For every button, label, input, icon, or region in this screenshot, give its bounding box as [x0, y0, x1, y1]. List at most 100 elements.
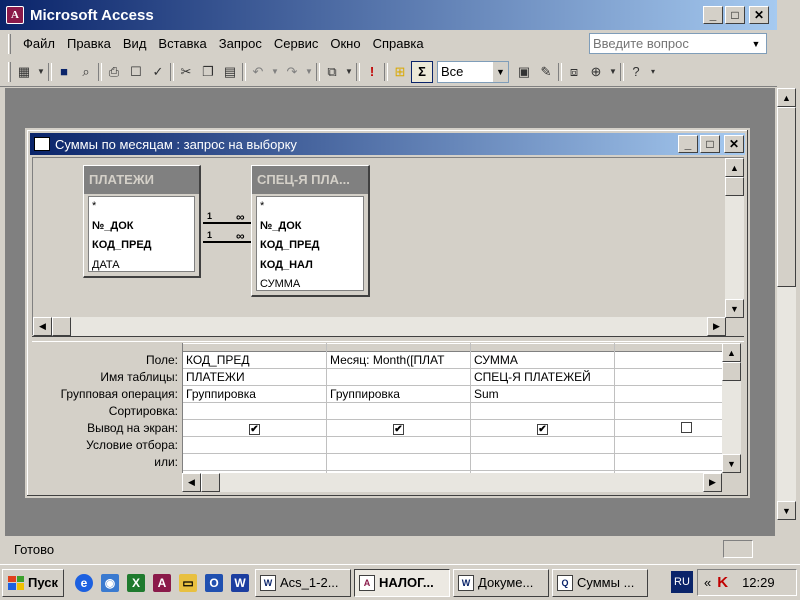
column-selector[interactable] [615, 343, 722, 352]
scroll-thumb[interactable] [52, 317, 71, 336]
print-icon[interactable]: ⎙ [103, 61, 125, 83]
menu-query[interactable]: Запрос [213, 33, 268, 55]
table-pane-hscroll[interactable]: ◀ ▶ [33, 317, 726, 336]
query-type-icon[interactable]: ⧉ [321, 61, 343, 83]
top-values-dropdown-icon[interactable]: ▼ [492, 61, 508, 82]
menu-window[interactable]: Окно [324, 33, 366, 55]
grid-cell-table[interactable] [615, 369, 722, 386]
grid-cell-field[interactable]: КОД_ПРЕД [183, 352, 326, 369]
app-vertical-scrollbar[interactable]: ▲ ▼ [777, 88, 796, 520]
scroll-down-icon[interactable]: ▼ [722, 454, 741, 473]
menu-file[interactable]: Файл [17, 33, 61, 55]
grid-cell-total[interactable]: Группировка [327, 386, 470, 403]
internet-explorer-icon[interactable]: e [72, 572, 96, 594]
grid-cell-table[interactable]: ПЛАТЕЖИ [183, 369, 326, 386]
column-selector[interactable] [327, 343, 470, 352]
redo-icon[interactable]: ↷ [281, 61, 303, 83]
minimize-button[interactable]: _ [703, 6, 723, 24]
help-icon[interactable]: ? [625, 61, 647, 83]
grid-cell-field[interactable]: Месяц: Month([ПЛАТ [327, 352, 470, 369]
language-indicator[interactable]: RU [671, 571, 693, 593]
new-object-icon[interactable]: ⊕ [585, 61, 607, 83]
access-app-icon[interactable]: A [6, 6, 24, 24]
table-field[interactable]: КОД_ПРЕД [89, 236, 194, 256]
toolbar-options-icon[interactable]: ▾ [647, 61, 659, 83]
table-box-title[interactable]: ПЛАТЕЖИ [84, 166, 199, 194]
table-field[interactable]: №_ДОК [89, 217, 194, 237]
scroll-thumb[interactable] [725, 177, 744, 196]
toolbar-grip[interactable] [8, 61, 11, 82]
show-checkbox[interactable]: ✔ [393, 424, 404, 435]
scroll-thumb[interactable] [201, 473, 220, 492]
menu-edit[interactable]: Правка [61, 33, 117, 55]
undo-dropdown-icon[interactable]: ▼ [269, 61, 281, 83]
view-dropdown-icon[interactable]: ▼ [35, 61, 47, 83]
top-values-select[interactable]: Все ▼ [437, 60, 509, 83]
query-close-button[interactable]: ✕ [724, 135, 744, 153]
menu-tools[interactable]: Сервис [268, 33, 325, 55]
grid-cell-or[interactable] [615, 454, 722, 471]
scroll-down-icon[interactable]: ▼ [725, 299, 744, 318]
scroll-up-icon[interactable]: ▲ [725, 158, 744, 177]
table-field[interactable]: СУММА [257, 275, 363, 295]
redo-dropdown-icon[interactable]: ▼ [303, 61, 315, 83]
table-box-title[interactable]: СПЕЦ-Я ПЛА... [252, 166, 368, 194]
excel-icon[interactable]: X [124, 572, 148, 594]
table-field[interactable]: ДАТА [89, 256, 194, 276]
file-search-icon[interactable]: ⌕ [75, 61, 97, 83]
help-dropdown-arrow-icon[interactable]: ▼ [748, 34, 764, 53]
word-icon[interactable]: W [228, 572, 252, 594]
view-grid-icon[interactable]: ▦ [13, 61, 35, 83]
scroll-up-icon[interactable]: ▲ [777, 88, 796, 107]
menu-help[interactable]: Справка [367, 33, 430, 55]
grid-cell-table[interactable] [327, 369, 470, 386]
grid-hscroll[interactable]: ◀ ▶ [182, 473, 722, 492]
outlook-icon[interactable]: O [202, 572, 226, 594]
new-object-dropdown-icon[interactable]: ▼ [607, 61, 619, 83]
taskbar-button-access[interactable]: A НАЛОГ... [354, 568, 450, 597]
print-preview-icon[interactable]: ☐ [125, 61, 147, 83]
grid-cell-total[interactable]: Sum [471, 386, 614, 403]
cut-icon[interactable]: ✂ [175, 61, 197, 83]
scroll-thumb[interactable] [722, 362, 741, 381]
grid-cell-field[interactable]: СУММА [471, 352, 614, 369]
scroll-left-icon[interactable]: ◀ [33, 317, 52, 336]
grid-cell-or[interactable] [183, 454, 326, 471]
access-icon[interactable]: A [150, 572, 174, 594]
start-button[interactable]: Пуск [2, 568, 64, 597]
taskbar-button-doc2[interactable]: W Докуме... [453, 568, 549, 597]
paste-icon[interactable]: ▤ [219, 61, 241, 83]
scroll-right-icon[interactable]: ▶ [703, 473, 722, 492]
table-field[interactable]: КОД_ПРЕД [257, 236, 363, 256]
menu-insert[interactable]: Вставка [152, 33, 212, 55]
clock[interactable]: 12:29 [742, 575, 775, 590]
maximize-button[interactable]: □ [725, 6, 745, 24]
database-window-icon[interactable]: ⧈ [563, 61, 585, 83]
close-button[interactable]: ✕ [749, 6, 769, 24]
query-maximize-button[interactable]: □ [700, 135, 720, 153]
grid-cell-criteria[interactable] [183, 437, 326, 454]
taskbar-button-query[interactable]: Q Суммы ... [552, 568, 648, 597]
run-icon[interactable]: ! [361, 61, 383, 83]
show-checkbox[interactable]: ✔ [249, 424, 260, 435]
copy-icon[interactable]: ❐ [197, 61, 219, 83]
tray-chevron-icon[interactable]: « [704, 575, 711, 590]
grid-cell-table[interactable]: СПЕЦ-Я ПЛАТЕЖЕЙ [471, 369, 614, 386]
scroll-right-icon[interactable]: ▶ [707, 317, 726, 336]
table-field[interactable]: * [89, 197, 194, 217]
help-question-input[interactable] [590, 36, 748, 51]
menubar-grip[interactable] [8, 33, 11, 54]
grid-cell-sort[interactable] [183, 403, 326, 420]
properties-icon[interactable]: ▣ [513, 61, 535, 83]
undo-icon[interactable]: ↶ [247, 61, 269, 83]
table-pane-vscroll[interactable]: ▲ ▼ [725, 158, 744, 318]
scroll-down-icon[interactable]: ▼ [777, 501, 796, 520]
grid-cell-criteria[interactable] [471, 437, 614, 454]
grid-cell-or[interactable] [471, 454, 614, 471]
grid-cell-criteria[interactable] [327, 437, 470, 454]
table-field[interactable]: КОД_НАЛ [257, 256, 363, 276]
scroll-up-icon[interactable]: ▲ [722, 343, 741, 362]
grid-cell-or[interactable] [327, 454, 470, 471]
column-selector[interactable] [183, 343, 326, 352]
quicklaunch-app-icon[interactable]: ◉ [98, 572, 122, 594]
